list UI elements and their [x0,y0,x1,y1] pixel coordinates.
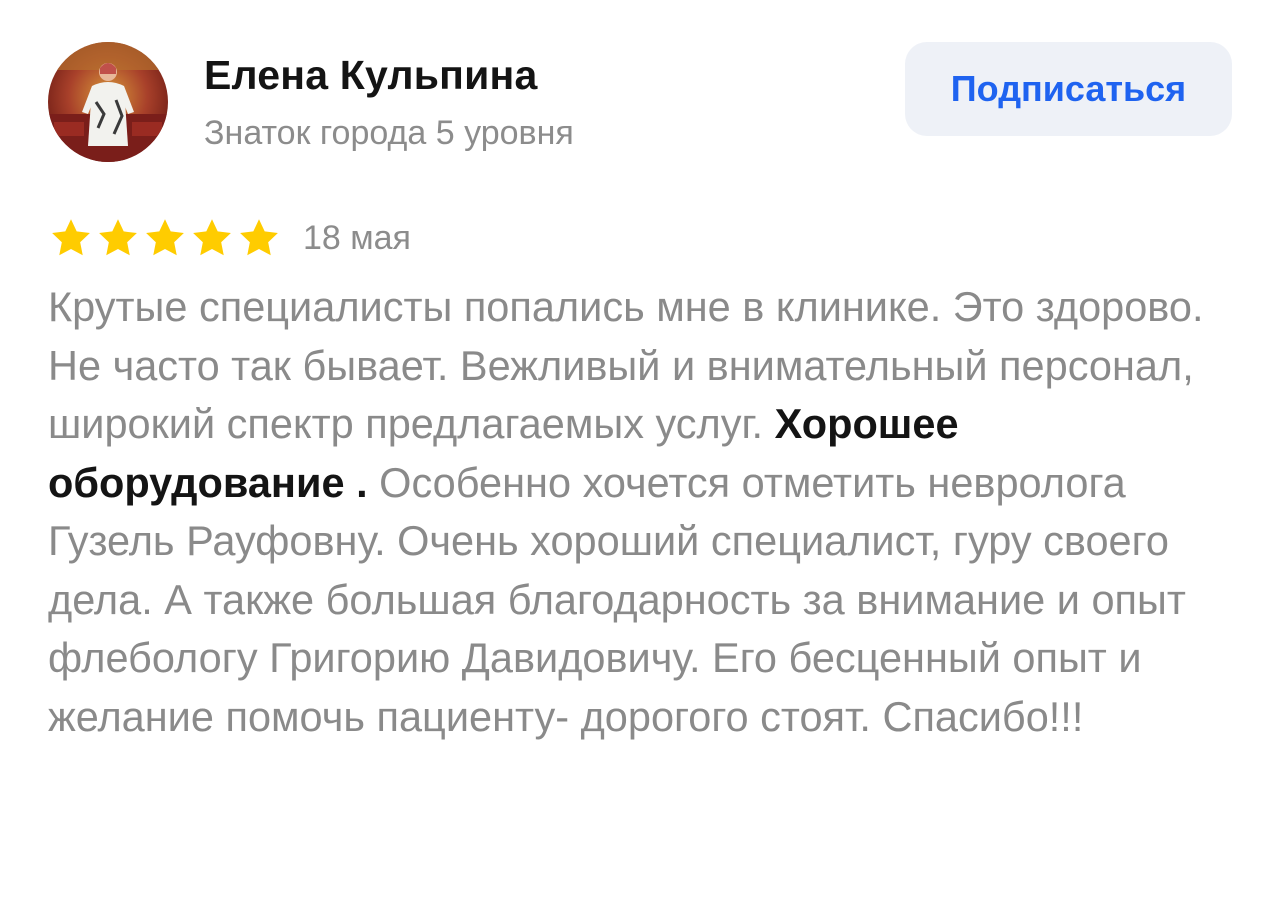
subscribe-button[interactable]: Подписаться [905,42,1232,136]
avatar[interactable] [48,42,168,162]
review-text: Крутые специалисты попались мне в клиник… [48,278,1248,746]
star-icon [95,216,141,260]
review-date: 18 мая [303,218,411,257]
avatar-photo [48,42,168,162]
star-icon [48,216,94,260]
star-icon [189,216,235,260]
star-icon [142,216,188,260]
review-header: Елена Кульпина Знаток города 5 уровня По… [0,0,1280,190]
rating-row: 18 мая [48,212,411,264]
star-icon [236,216,282,260]
star-rating [48,216,283,260]
author-name[interactable]: Елена Кульпина [204,52,537,99]
review-text-part1: Крутые специалисты попались мне в клиник… [48,283,1204,447]
author-level: Знаток города 5 уровня [204,114,574,152]
